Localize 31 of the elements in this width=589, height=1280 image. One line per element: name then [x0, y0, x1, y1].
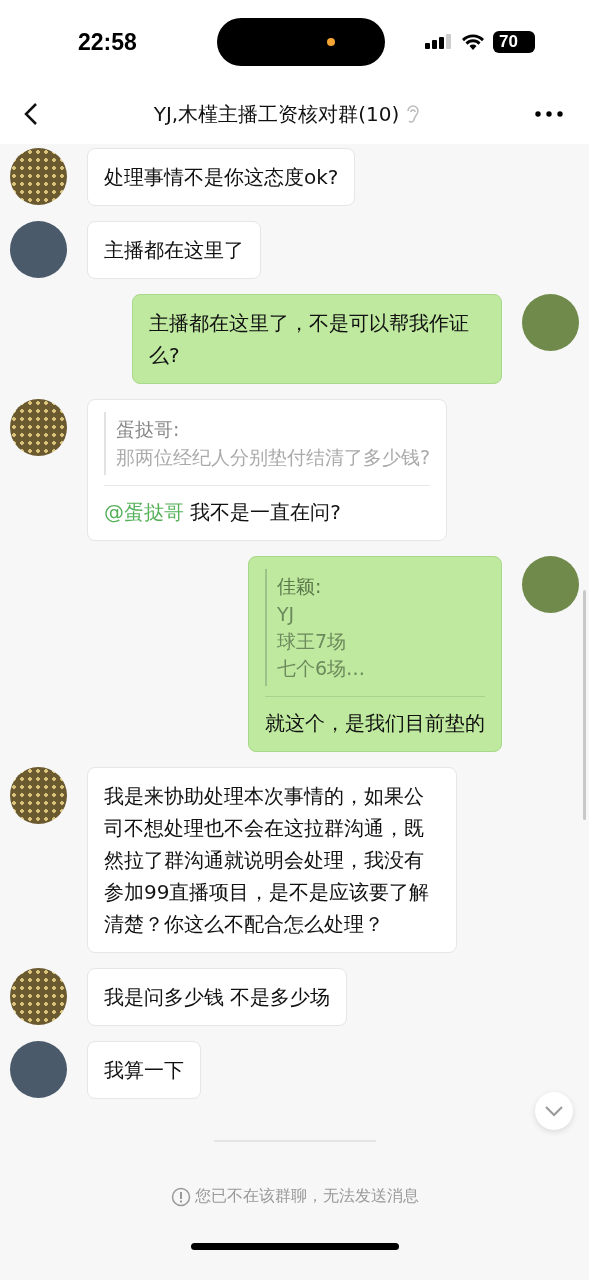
message-text: @蛋挞哥 我不是一直在问? [104, 499, 342, 526]
chat-title: YJ,木槿主播工资核对群(10) [153, 100, 400, 128]
avatar-photo-placeholder[interactable] [522, 294, 579, 351]
wifi-icon [461, 33, 485, 51]
status-time: 22:58 [78, 28, 137, 56]
avatar-photo-placeholder[interactable] [522, 556, 579, 613]
quoted-message[interactable]: 佳颖: YJ 球王7场 七个6场… [265, 569, 485, 686]
avatar[interactable] [10, 968, 67, 1025]
message-bubble: 处理事情不是你这态度ok? [87, 148, 356, 206]
avatar[interactable] [10, 399, 67, 456]
avatar-photo-placeholder[interactable] [10, 1041, 67, 1098]
back-icon[interactable] [24, 102, 38, 126]
message-bubble: 我是来协助处理本次事情的，如果公司不想处理也不会在这拉群沟通，既然拉了群沟通就说明会处理，我没有参加99直播项目，是不是应该要了解清楚？你这么不配合怎么处理？ [87, 767, 457, 953]
mention-link[interactable]: @蛋挞哥 [104, 500, 184, 524]
more-icon[interactable] [535, 111, 563, 117]
message-bubble: 我是问多少钱 不是多少场 [87, 968, 348, 1026]
avatar-photo-placeholder[interactable] [10, 221, 67, 278]
avatar[interactable] [10, 148, 67, 205]
ear-icon [405, 104, 420, 124]
quoted-message[interactable]: 蛋挞哥: 那两位经纪人分别垫付结清了多少钱? [104, 412, 431, 475]
message-bubble: 我算一下 [87, 1041, 201, 1099]
battery-level: 70 [493, 31, 535, 53]
message-text: 就这个，是我们目前垫的 [265, 710, 485, 737]
notice-text: 您已不在该群聊，无法发送消息 [194, 1186, 419, 1207]
message-bubble: 主播都在这里了，不是可以帮我作证么? [132, 294, 502, 384]
avatar[interactable] [10, 767, 67, 824]
warning-icon [170, 1186, 191, 1207]
chevron-down-icon [544, 1105, 564, 1117]
indicator-dot-icon [326, 38, 335, 46]
message-bubble: 主播都在这里了 [87, 221, 261, 279]
signal-icon [425, 33, 453, 51]
